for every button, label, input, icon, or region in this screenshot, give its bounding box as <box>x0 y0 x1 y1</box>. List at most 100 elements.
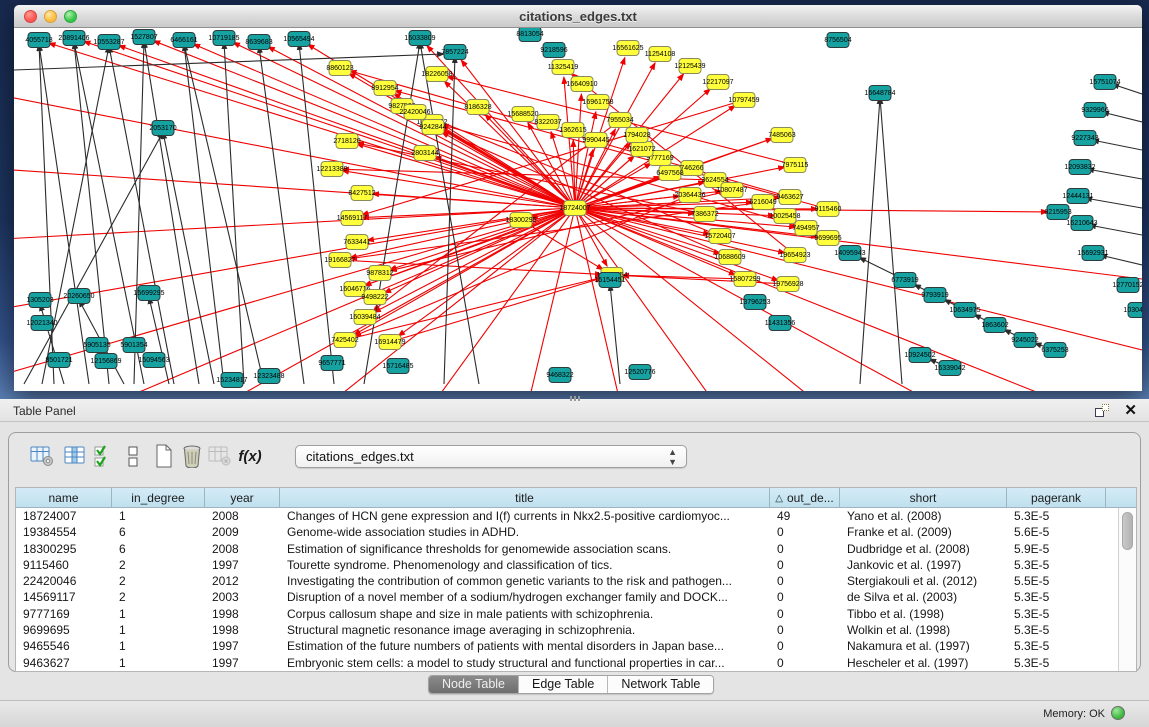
select-all-icon[interactable] <box>91 443 117 469</box>
panel-resize-grip[interactable] <box>570 396 580 401</box>
graph-node[interactable]: 9657771 <box>318 356 345 371</box>
graph-node[interactable]: 1794028 <box>623 128 650 143</box>
tab-node-table[interactable]: Node Table <box>429 676 519 693</box>
graph-node[interactable]: 10924502 <box>904 348 935 363</box>
graph-node[interactable]: 18300295 <box>505 213 536 228</box>
graph-node[interactable]: 7857224 <box>441 45 468 60</box>
new-document-icon[interactable] <box>151 443 177 469</box>
graph-node[interactable]: 9115460 <box>815 202 842 217</box>
graph-node[interactable]: 9699695 <box>814 231 841 246</box>
graph-node[interactable]: 15716485 <box>382 359 413 374</box>
column-header-name[interactable]: name <box>16 488 112 508</box>
graph-node[interactable]: 8756504 <box>824 33 851 48</box>
graph-node[interactable]: 9468322 <box>546 368 573 383</box>
graph-node[interactable]: 7425402 <box>331 333 358 348</box>
graph-node[interactable]: 7633441 <box>343 235 370 250</box>
graph-node[interactable]: 8215953 <box>1044 205 1071 220</box>
graph-node[interactable]: 1863602 <box>981 318 1008 333</box>
column-header-title[interactable]: title <box>280 488 770 508</box>
graph-node[interactable]: 15699295 <box>133 286 164 301</box>
graph-node[interactable]: 9990445 <box>582 133 609 148</box>
graph-node[interactable]: 10553287 <box>93 35 124 50</box>
graph-node[interactable]: 8501721 <box>45 353 72 368</box>
graph-node[interactable]: 1621072 <box>628 142 655 157</box>
graph-node[interactable]: 15094563 <box>138 353 169 368</box>
graph-node[interactable]: 12156869 <box>90 354 121 369</box>
graph-node[interactable]: 1527807 <box>130 30 157 45</box>
window-titlebar[interactable]: citations_edges.txt <box>14 5 1142 28</box>
graph-node[interactable]: 15720407 <box>704 229 735 244</box>
network-view-window[interactable]: citations_edges.txt 18724007 8860123 89129… <box>14 5 1142 391</box>
graph-node[interactable]: 10565494 <box>283 32 314 47</box>
graph-node[interactable]: 1362615 <box>559 123 586 138</box>
table-row[interactable]: 911546021997Tourette syndrome. Phenomeno… <box>16 557 1118 573</box>
vertical-scrollbar[interactable] <box>1118 508 1136 671</box>
graph-node[interactable]: 12323488 <box>253 369 284 384</box>
table-row[interactable]: 946554611997Estimation of the future num… <box>16 638 1118 654</box>
graph-node[interactable]: 20260650 <box>63 289 94 304</box>
graph-node[interactable]: 11254108 <box>645 47 676 62</box>
graph-node[interactable]: 22420046 <box>399 105 430 120</box>
graph-node[interactable]: 6773919 <box>891 273 918 288</box>
column-header-short[interactable]: short <box>840 488 1007 508</box>
tab-network-table[interactable]: Network Table <box>608 676 713 693</box>
graph-node[interactable]: 11325419 <box>548 60 579 75</box>
graph-node[interactable]: 19756928 <box>772 277 803 292</box>
graph-node[interactable]: 9245022 <box>1011 333 1038 348</box>
graph-node[interactable]: 8912954 <box>371 81 398 96</box>
graph-node[interactable]: 7955034 <box>606 113 633 128</box>
graph-node[interactable]: 7975115 <box>782 158 809 173</box>
table-row[interactable]: 969969511998Structural magnetic resonanc… <box>16 622 1118 638</box>
tab-edge-table[interactable]: Edge Table <box>519 676 608 693</box>
table-selector-dropdown[interactable]: citations_edges.txt ▲▼ <box>295 445 687 468</box>
graph-node[interactable]: 2053170 <box>149 121 176 136</box>
graph-node[interactable]: 12520776 <box>624 365 655 380</box>
graph-node[interactable]: 9329966 <box>1081 103 1108 118</box>
graph-node[interactable]: 6466161 <box>170 33 197 48</box>
graph-node[interactable]: 9227343 <box>1071 131 1098 146</box>
graph-node[interactable]: 9242844 <box>419 120 446 135</box>
graph-node[interactable]: 20364436 <box>674 188 705 203</box>
unselect-rows-icon[interactable] <box>121 443 147 469</box>
graph-node[interactable]: 14095943 <box>834 246 865 261</box>
memory-status-indicator[interactable] <box>1111 706 1125 720</box>
scrollbar-thumb[interactable] <box>1122 512 1133 550</box>
graph-node[interactable]: 15234817 <box>216 373 247 388</box>
import-table-icon[interactable] <box>207 443 233 469</box>
function-builder-icon[interactable]: f(x) <box>237 443 263 469</box>
graph-node[interactable]: 5905135 <box>83 338 110 353</box>
graph-node[interactable]: 1305203 <box>26 293 53 308</box>
graph-node[interactable]: 12093832 <box>1064 160 1095 175</box>
table-row[interactable]: 2242004622012Investigating the contribut… <box>16 573 1118 589</box>
graph-node[interactable]: 8860123 <box>326 61 353 76</box>
graph-node[interactable]: 9498222 <box>361 290 388 305</box>
graph-node[interactable]: 14569117 <box>337 211 368 226</box>
graph-node[interactable]: 6375253 <box>1041 343 1068 358</box>
graph-node[interactable]: 10807487 <box>716 183 747 198</box>
graph-node[interactable]: 18724007 <box>559 201 590 216</box>
graph-node[interactable]: 18226058 <box>421 67 452 82</box>
table-row[interactable]: 1456911722003Disruption of a novel membe… <box>16 589 1118 605</box>
table-row[interactable]: 1938455462009Genome-wide association stu… <box>16 524 1118 540</box>
graph-node[interactable]: 12217097 <box>702 75 733 90</box>
graph-node[interactable]: 9793919 <box>921 288 948 303</box>
column-header-out-de-[interactable]: △out_de... <box>770 488 840 508</box>
graph-node[interactable]: 7494957 <box>792 221 819 236</box>
graph-node[interactable]: 12213389 <box>316 162 347 177</box>
table-row[interactable]: 1872400712008Changes of HCN gene express… <box>16 508 1118 524</box>
graph-node[interactable]: 12125439 <box>674 59 705 74</box>
graph-node[interactable]: 19166827 <box>324 253 355 268</box>
graph-node[interactable]: 7485063 <box>768 128 795 143</box>
graph-node[interactable]: 16210643 <box>1066 216 1097 231</box>
graph-node[interactable]: 9878312 <box>366 266 393 281</box>
graph-node[interactable]: 12021340 <box>26 316 57 331</box>
graph-node[interactable]: 10719185 <box>208 31 239 46</box>
graph-node[interactable]: 10797459 <box>728 93 759 108</box>
graph-node[interactable]: 10688609 <box>714 250 745 265</box>
graph-node[interactable]: 12770152 <box>1112 278 1142 293</box>
graph-node[interactable]: 2718120 <box>333 134 360 149</box>
delete-trash-icon[interactable] <box>179 443 205 469</box>
graph-node[interactable]: 16339042 <box>934 361 965 376</box>
graph-node[interactable]: 16648784 <box>864 86 895 101</box>
graph-node[interactable]: 15751074 <box>1089 75 1120 90</box>
